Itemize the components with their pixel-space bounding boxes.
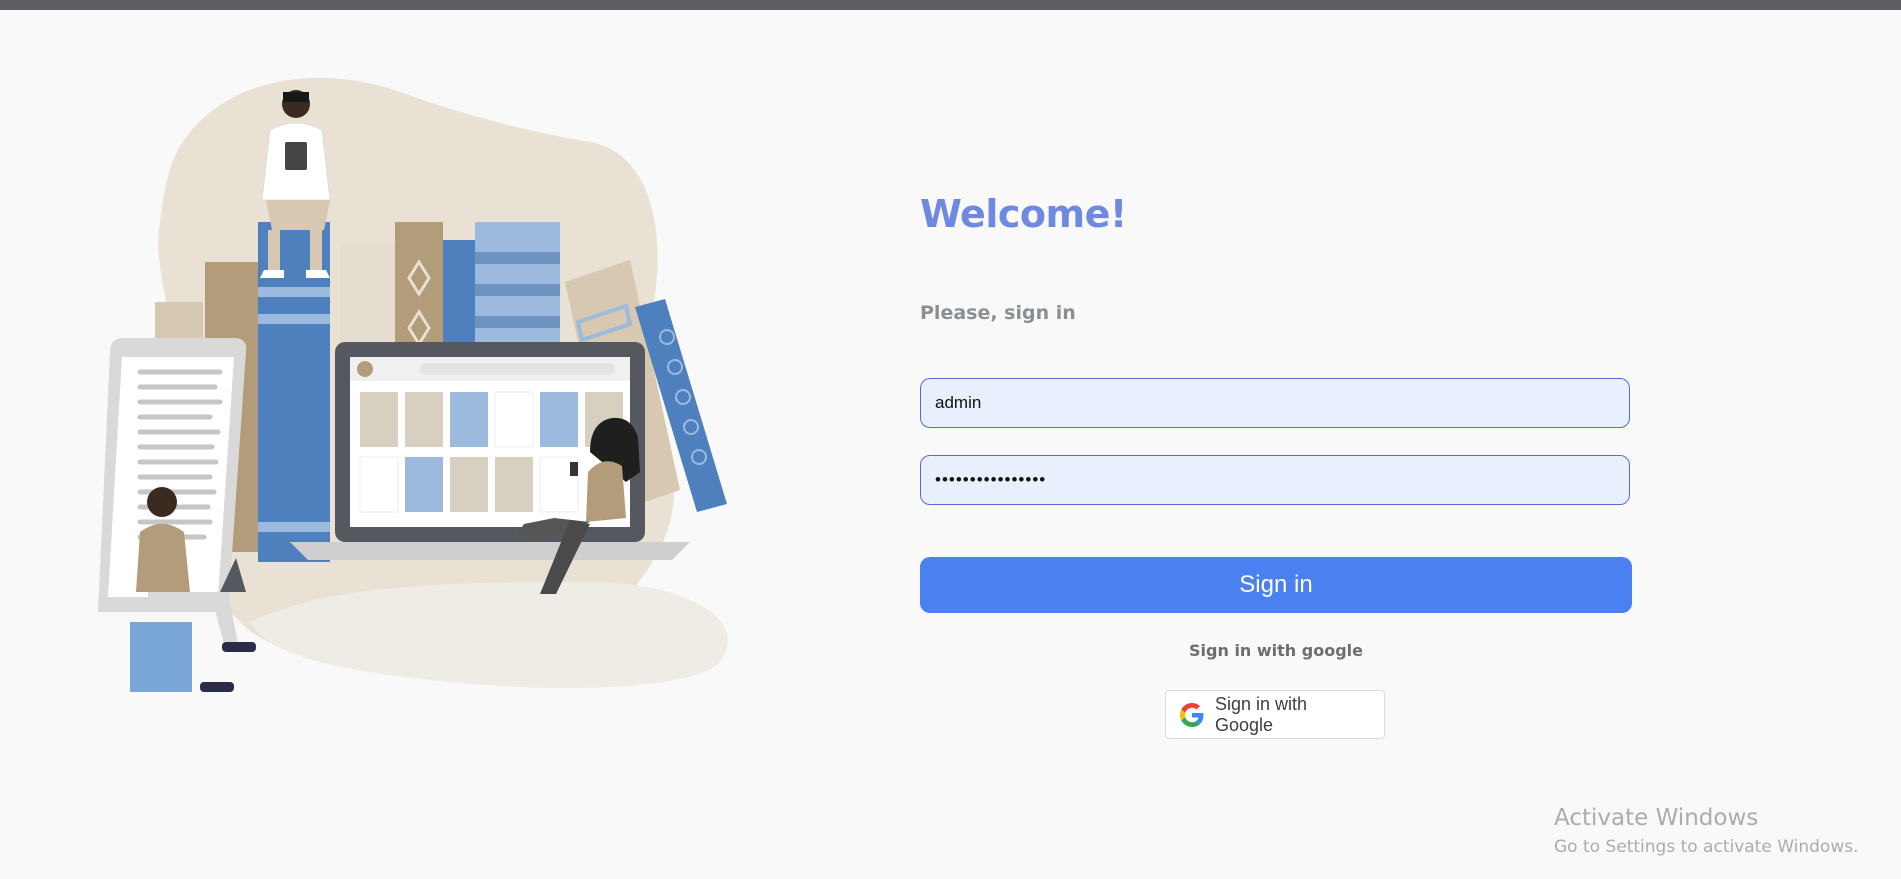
windows-activation-watermark: Activate Windows Go to Settings to activ…: [1554, 805, 1859, 857]
username-input[interactable]: [920, 378, 1630, 428]
google-sign-in-label: Sign in with Google: [1214, 693, 1308, 735]
watermark-subtitle: Go to Settings to activate Windows.: [1554, 837, 1859, 857]
watermark-title: Activate Windows: [1554, 805, 1759, 831]
welcome-heading: Welcome!: [920, 192, 1127, 236]
password-input[interactable]: [920, 455, 1630, 505]
google-sign-in-caption: Sign in with google: [1189, 641, 1363, 660]
google-sign-in-button[interactable]: Sign in with Google: [1165, 690, 1385, 739]
sign-in-subheading: Please, sign in: [920, 302, 1076, 324]
books-and-readers-illustration: [98, 77, 728, 692]
window-top-bar: [0, 0, 1901, 10]
hero-illustration: [70, 62, 760, 702]
sign-in-button[interactable]: Sign in: [920, 557, 1632, 613]
google-g-icon: [1180, 702, 1204, 727]
